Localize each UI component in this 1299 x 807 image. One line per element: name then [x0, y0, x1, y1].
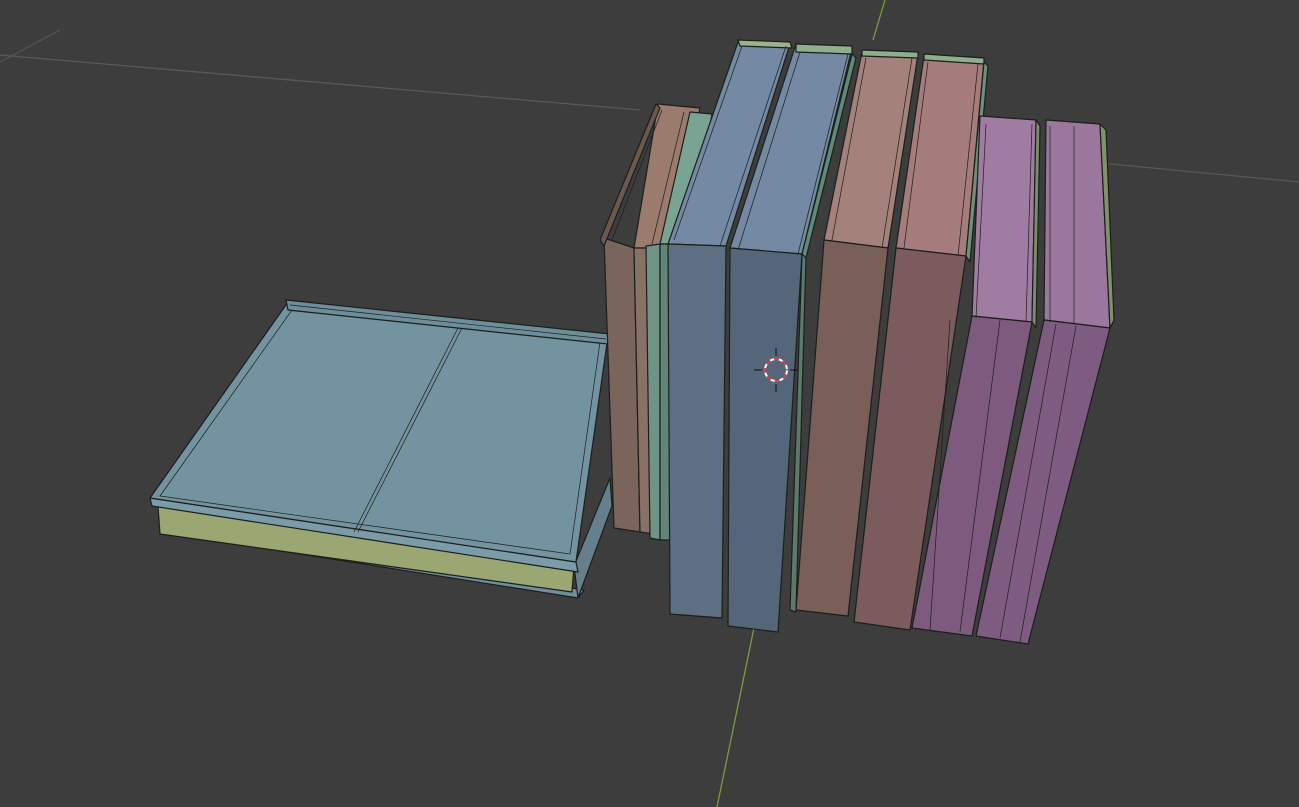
3d-viewport[interactable] — [0, 0, 1299, 807]
book-lying-flat[interactable] — [149, 299, 613, 599]
viewport-canvas[interactable] — [0, 0, 1299, 807]
